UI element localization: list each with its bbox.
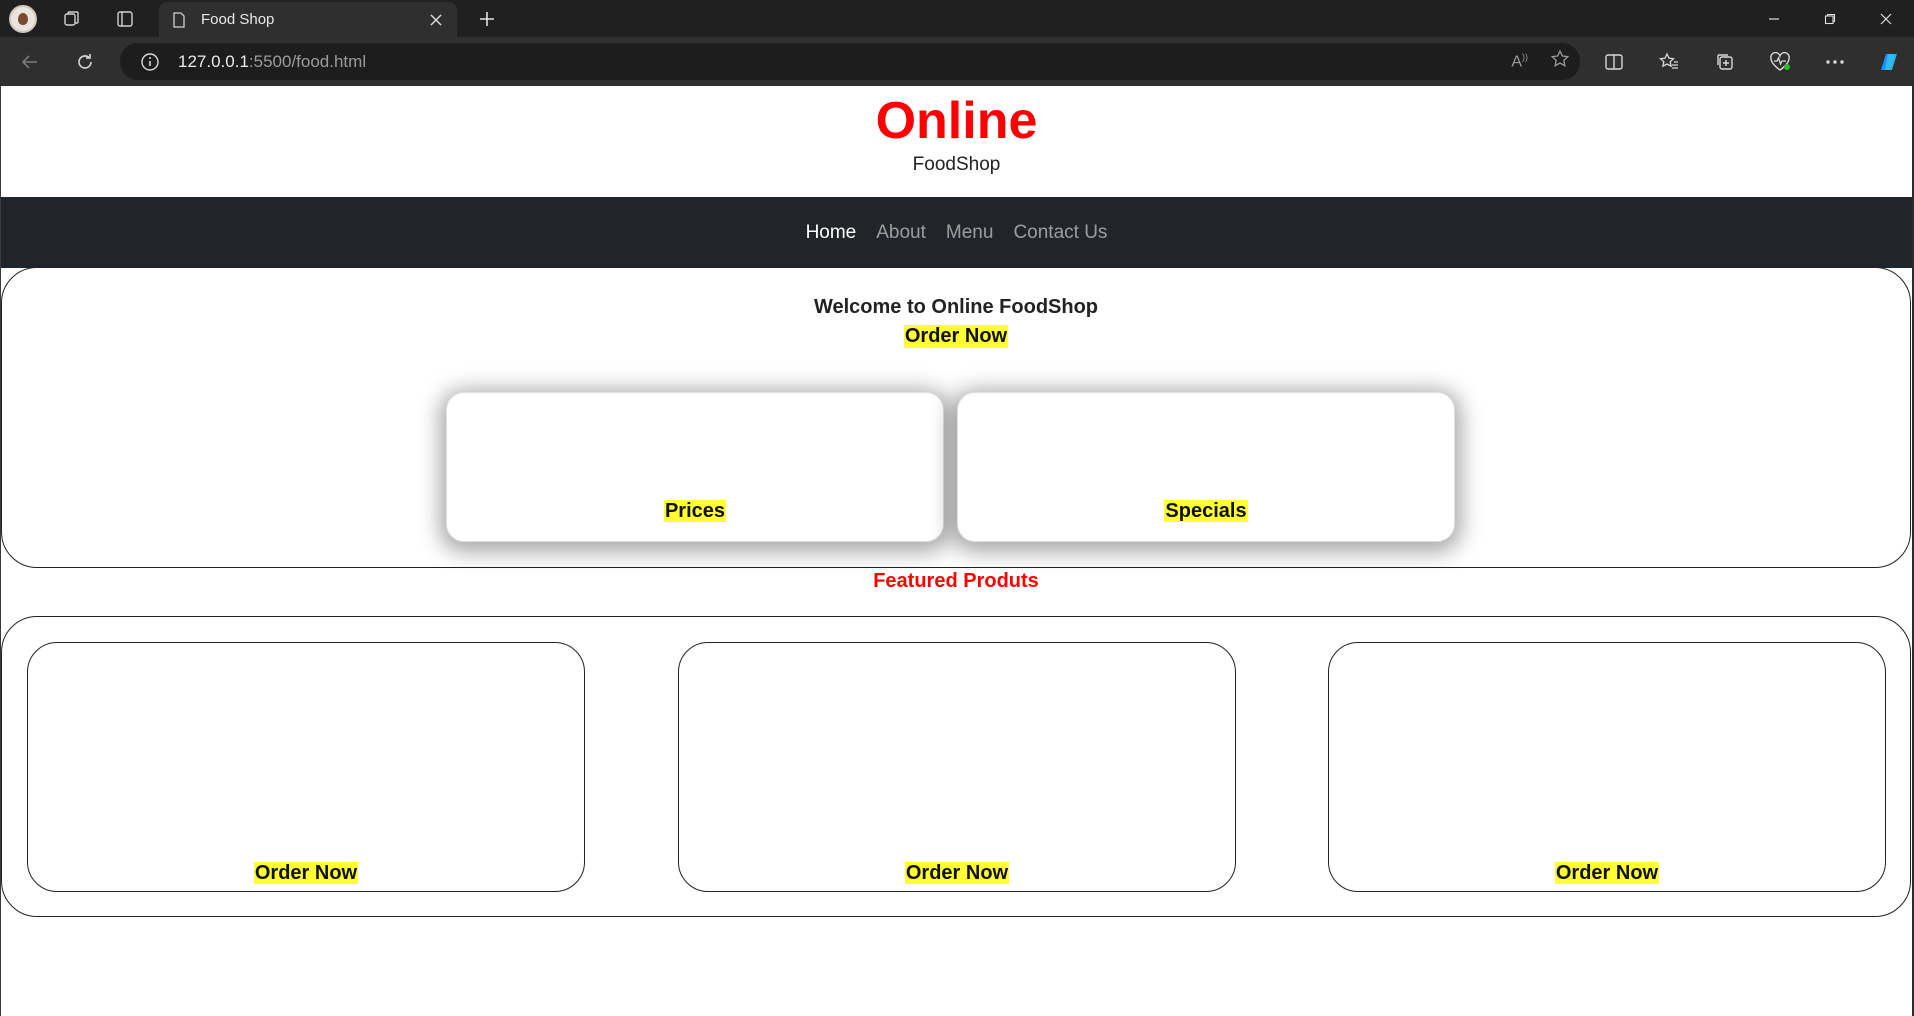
workspaces-icon[interactable] bbox=[55, 2, 89, 36]
nav-home[interactable]: Home bbox=[806, 222, 857, 244]
profile-button[interactable] bbox=[6, 2, 40, 36]
browser-tab-strip: Food Shop bbox=[0, 0, 1914, 37]
tab-actions-icon[interactable] bbox=[108, 2, 142, 36]
welcome-heading: Welcome to Online FoodShop bbox=[813, 296, 1099, 318]
hero-order-now-button[interactable]: Order Now bbox=[903, 325, 1009, 348]
favorites-icon[interactable] bbox=[1652, 45, 1686, 79]
page-icon bbox=[173, 11, 185, 28]
product-card: Order Now bbox=[1328, 642, 1886, 892]
new-tab-icon[interactable] bbox=[470, 2, 504, 36]
back-icon[interactable] bbox=[13, 45, 47, 79]
site-title: Online bbox=[875, 92, 1038, 150]
product-card: Order Now bbox=[27, 642, 585, 892]
read-aloud-icon[interactable]: A)) bbox=[1511, 52, 1528, 71]
minimize-icon[interactable] bbox=[1746, 0, 1802, 37]
prices-card[interactable]: Prices bbox=[446, 392, 944, 542]
prices-label: Prices bbox=[663, 500, 727, 522]
featured-products-section: Order Now Order Now Order Now bbox=[1, 616, 1911, 917]
specials-label: Specials bbox=[1164, 500, 1248, 522]
close-icon[interactable] bbox=[427, 11, 445, 29]
window-close-icon[interactable] bbox=[1858, 0, 1914, 37]
product-card: Order Now bbox=[678, 642, 1236, 892]
product-order-now-button[interactable]: Order Now bbox=[904, 862, 1010, 884]
collections-icon[interactable] bbox=[1708, 45, 1742, 79]
main-navbar: Home About Menu Contact Us bbox=[1, 197, 1912, 268]
specials-card[interactable]: Specials bbox=[957, 392, 1455, 542]
site-header: Online FoodShop bbox=[1, 86, 1912, 197]
profile-avatar bbox=[9, 5, 37, 33]
site-subtitle: FoodShop bbox=[912, 154, 1001, 175]
hero-section: Welcome to Online FoodShop Order Now Pri… bbox=[1, 267, 1911, 568]
featured-products-heading: Featured Produts bbox=[873, 570, 1039, 592]
page-viewport: Online FoodShop Home About Menu Contact … bbox=[0, 86, 1912, 1016]
tab-title: Food Shop bbox=[201, 11, 275, 28]
url-path: :5500/food.html bbox=[248, 51, 367, 71]
more-icon[interactable] bbox=[1818, 45, 1852, 79]
url-host: 127.0.0.1 bbox=[178, 51, 249, 71]
product-order-now-button[interactable]: Order Now bbox=[253, 862, 359, 884]
info-icon[interactable] bbox=[140, 52, 160, 72]
browser-essentials-icon[interactable] bbox=[1763, 45, 1797, 79]
address-bar[interactable]: 127.0.0.1:5500/food.html A)) bbox=[120, 43, 1580, 80]
nav-menu[interactable]: Menu bbox=[946, 222, 994, 244]
reload-icon[interactable] bbox=[68, 45, 102, 79]
nav-contact-us[interactable]: Contact Us bbox=[1013, 222, 1107, 244]
favorite-star-icon[interactable] bbox=[1550, 49, 1570, 74]
product-order-now-button[interactable]: Order Now bbox=[1554, 862, 1660, 884]
split-screen-icon[interactable] bbox=[1597, 45, 1631, 79]
active-tab[interactable]: Food Shop bbox=[159, 2, 457, 37]
nav-about[interactable]: About bbox=[876, 222, 926, 244]
copilot-icon[interactable] bbox=[1872, 45, 1906, 79]
browser-toolbar: 127.0.0.1:5500/food.html A)) bbox=[0, 37, 1914, 86]
maximize-icon[interactable] bbox=[1802, 0, 1858, 37]
